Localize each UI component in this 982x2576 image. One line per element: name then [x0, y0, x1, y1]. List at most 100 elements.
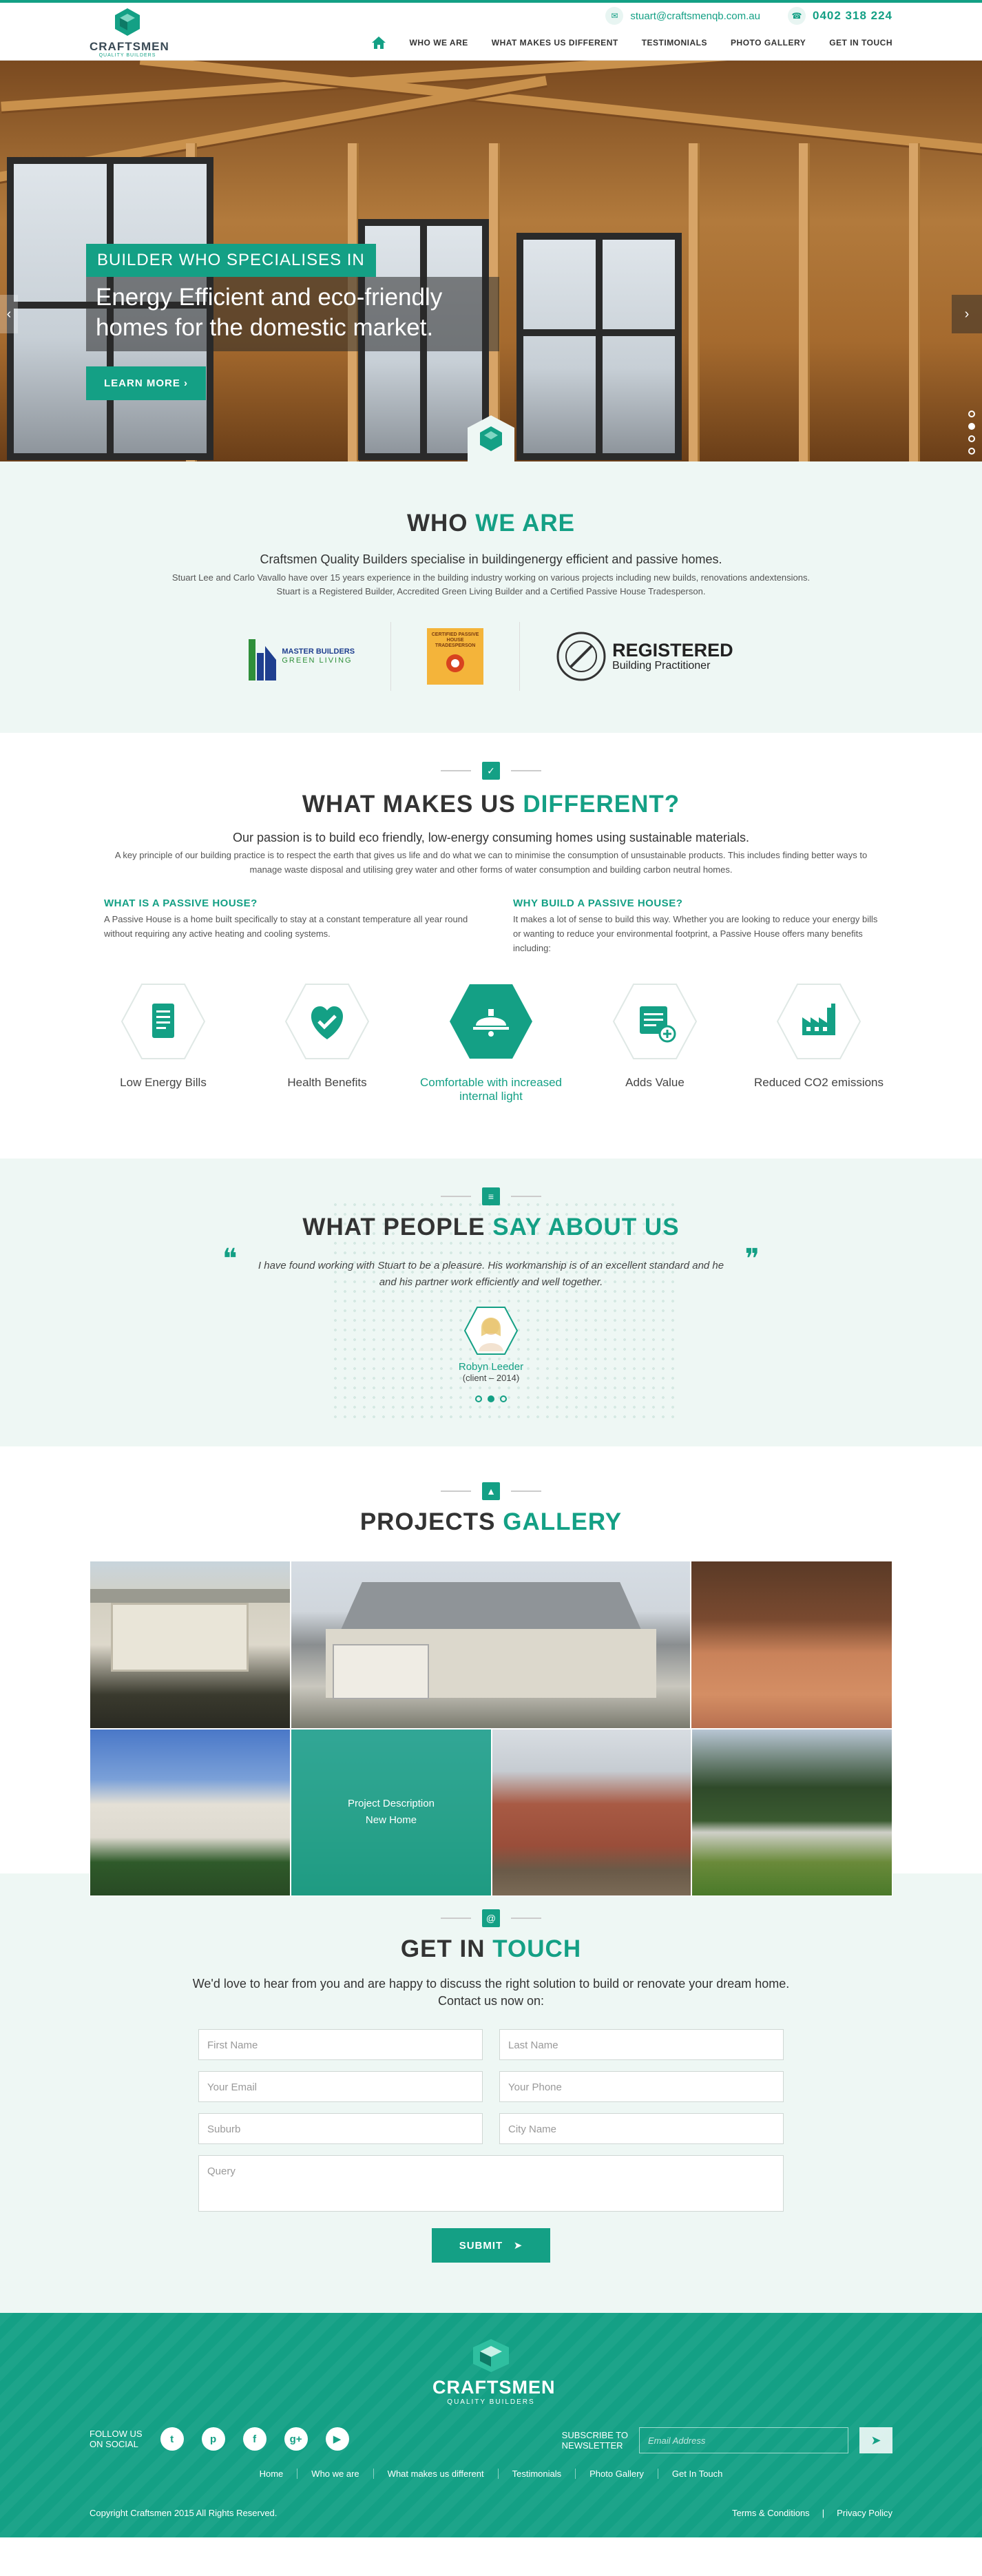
- diff-title-b: DIFFERENT?: [523, 791, 680, 818]
- nav-who-we-are[interactable]: WHO WE ARE: [410, 38, 468, 48]
- city-field[interactable]: City Name: [499, 2113, 784, 2144]
- feature-comfortable[interactable]: Comfortable with increased internal ligh…: [409, 983, 573, 1103]
- gallery-photo-weatherboard-house[interactable]: [90, 1561, 291, 1729]
- get-in-touch-section: @ GET IN TOUCH We'd love to hear from yo…: [0, 1873, 982, 2313]
- gallery-photo-country-home[interactable]: [691, 1729, 892, 1896]
- subscribe-label: SUBSCRIBE TO NEWSLETTER: [562, 2430, 628, 2451]
- nav-get-in-touch[interactable]: GET IN TOUCH: [829, 38, 892, 48]
- gallery-photo-garage-house[interactable]: [291, 1561, 691, 1729]
- certifications: MASTER BUILDERS GREEN LIVING CERTIFIED P…: [0, 622, 982, 691]
- social-links: FOLLOW US ON SOCIAL t p f g+ ▶: [90, 2427, 349, 2451]
- query-field[interactable]: Query: [198, 2155, 784, 2212]
- newsletter-submit-button[interactable]: ➤: [859, 2427, 892, 2453]
- follow-line-1: FOLLOW US: [90, 2429, 143, 2439]
- who-title-a: WHO: [407, 510, 468, 537]
- gallery-photo-veranda-house[interactable]: [90, 1729, 291, 1896]
- footer-link-who-we-are[interactable]: Who we are: [297, 2469, 374, 2479]
- testimonial-dot[interactable]: [475, 1395, 482, 1402]
- touch-lead-1: We'd love to hear from you and are happy…: [192, 1977, 790, 1991]
- hero-stud: [689, 143, 700, 461]
- feature-reduced-co2[interactable]: Reduced CO2 emissions: [737, 983, 901, 1103]
- hero-dot[interactable]: [968, 448, 975, 455]
- phone-field[interactable]: Your Phone: [499, 2071, 784, 2102]
- hero-dot[interactable]: [968, 435, 975, 442]
- hero-prev-arrow[interactable]: ‹: [0, 295, 18, 333]
- footer-link-get-in-touch[interactable]: Get In Touch: [658, 2469, 736, 2479]
- diff-lead: Our passion is to build eco friendly, lo…: [232, 831, 750, 844]
- gallery-photo-new-home[interactable]: Project Description New Home: [291, 1729, 492, 1896]
- header-email-text: stuart@craftsmenqb.com.au: [630, 10, 760, 22]
- privacy-link[interactable]: Privacy Policy: [837, 2508, 892, 2518]
- home-icon[interactable]: [371, 36, 386, 50]
- feature-label: Health Benefits: [287, 1076, 367, 1089]
- section-divider: ✓: [0, 762, 982, 780]
- footer-link-different[interactable]: What makes us different: [374, 2469, 499, 2479]
- testimonial-dot[interactable]: [488, 1395, 494, 1402]
- cert1-line2: GREEN LIVING: [282, 656, 353, 665]
- subscribe-line-2: NEWSLETTER: [561, 2440, 623, 2451]
- master-builders-logo: MASTER BUILDERS GREEN LIVING: [213, 622, 392, 691]
- feature-low-energy-bills[interactable]: Low Energy Bills: [81, 983, 245, 1103]
- hero-dot[interactable]: [968, 423, 975, 430]
- nav-what-makes-us-different[interactable]: WHAT MAKES US DIFFERENT: [492, 38, 618, 48]
- last-name-field[interactable]: Last Name: [499, 2029, 784, 2060]
- col1-text: A Passive House is a home built specific…: [104, 914, 468, 939]
- projects-gallery-section: ▲ PROJECTS GALLERY Project Description N…: [0, 1446, 982, 1896]
- feature-health-benefits[interactable]: Health Benefits: [245, 983, 409, 1103]
- footer-link-testimonials[interactable]: Testimonials: [499, 2469, 576, 2479]
- diff-text: A key principle of our building practice…: [114, 850, 868, 875]
- cert1-line1: MASTER BUILDERS: [282, 647, 355, 656]
- newsletter-signup: SUBSCRIBE TO NEWSLETTER Email Address ➤: [562, 2427, 892, 2453]
- hex-divider-icon: [468, 415, 514, 461]
- testimonial-author: Robyn Leeder: [458, 1361, 524, 1373]
- header-phone[interactable]: ☎ 0402 318 224: [788, 7, 892, 25]
- footer-logo-name: CRAFTSMEN: [432, 2377, 556, 2398]
- newsletter-email-input[interactable]: Email Address: [639, 2427, 848, 2453]
- paper-plane-icon: ➤: [513, 2240, 523, 2252]
- footer-link-gallery[interactable]: Photo Gallery: [576, 2469, 658, 2479]
- hero-stud: [909, 143, 920, 461]
- submit-button[interactable]: SUBMIT ➤: [432, 2228, 550, 2263]
- google-plus-icon[interactable]: g+: [284, 2427, 308, 2451]
- footer-logo[interactable]: CRAFTSMEN QUALITY BUILDERS: [432, 2338, 556, 2406]
- avatar: [463, 1307, 519, 1355]
- first-name-field[interactable]: First Name: [198, 2029, 483, 2060]
- hero-pagination: [968, 411, 975, 455]
- nav-testimonials[interactable]: TESTIMONIALS: [642, 38, 707, 48]
- gallery-title-a: PROJECTS: [359, 1508, 496, 1535]
- feature-adds-value[interactable]: Adds Value: [573, 983, 737, 1103]
- pinterest-icon[interactable]: p: [201, 2427, 225, 2451]
- testimonial-dot[interactable]: [500, 1395, 507, 1402]
- checkbox-icon: ✓: [482, 762, 500, 780]
- copyright: Copyright Craftsmen 2015 All Rights Rese…: [90, 2508, 278, 2518]
- who-we-are-section: WHO WE ARE Craftsmen Quality Builders sp…: [0, 461, 982, 733]
- cert2-text: CERTIFIED PASSIVE HOUSE TRADESPERSON: [431, 632, 479, 648]
- gallery-photo-brick-house[interactable]: [492, 1729, 691, 1896]
- passive-house-col-1: WHAT IS A PASSIVE HOUSE? A Passive House…: [104, 897, 469, 955]
- logo[interactable]: CRAFTSMEN QUALITY BUILDERS: [90, 7, 169, 58]
- bill-icon: [121, 984, 206, 1059]
- hero-next-arrow[interactable]: ›: [952, 295, 982, 333]
- feature-label: Comfortable with increased internal ligh…: [420, 1076, 562, 1103]
- factory-icon: [776, 984, 861, 1059]
- learn-more-button[interactable]: LEARN MORE ›: [86, 366, 207, 400]
- footer-link-home[interactable]: Home: [246, 2469, 298, 2479]
- hero-beam: [139, 61, 982, 158]
- suburb-field[interactable]: Suburb: [198, 2113, 483, 2144]
- who-text-1: Stuart Lee and Carlo Vavallo have over 1…: [171, 572, 811, 583]
- gallery-photo-deck[interactable]: [691, 1561, 892, 1729]
- youtube-icon[interactable]: ▶: [325, 2427, 349, 2451]
- header-email[interactable]: ✉ stuart@craftsmenqb.com.au: [605, 7, 760, 25]
- contact-form: First Name Last Name Your Email Your Pho…: [198, 2029, 784, 2212]
- terms-link[interactable]: Terms & Conditions: [732, 2508, 810, 2518]
- facebook-icon[interactable]: f: [242, 2427, 267, 2451]
- phone-icon: ☎: [788, 7, 806, 25]
- hero-dot[interactable]: [968, 411, 975, 417]
- nav-photo-gallery[interactable]: PHOTO GALLERY: [731, 38, 806, 48]
- who-lead: Craftsmen Quality Builders specialise in…: [260, 552, 722, 566]
- section-divider: @: [0, 1909, 982, 1927]
- who-text-2: Stuart is a Registered Builder, Accredit…: [276, 586, 706, 596]
- registered-seal-icon: [556, 632, 606, 681]
- email-field[interactable]: Your Email: [198, 2071, 483, 2102]
- twitter-icon[interactable]: t: [160, 2427, 184, 2451]
